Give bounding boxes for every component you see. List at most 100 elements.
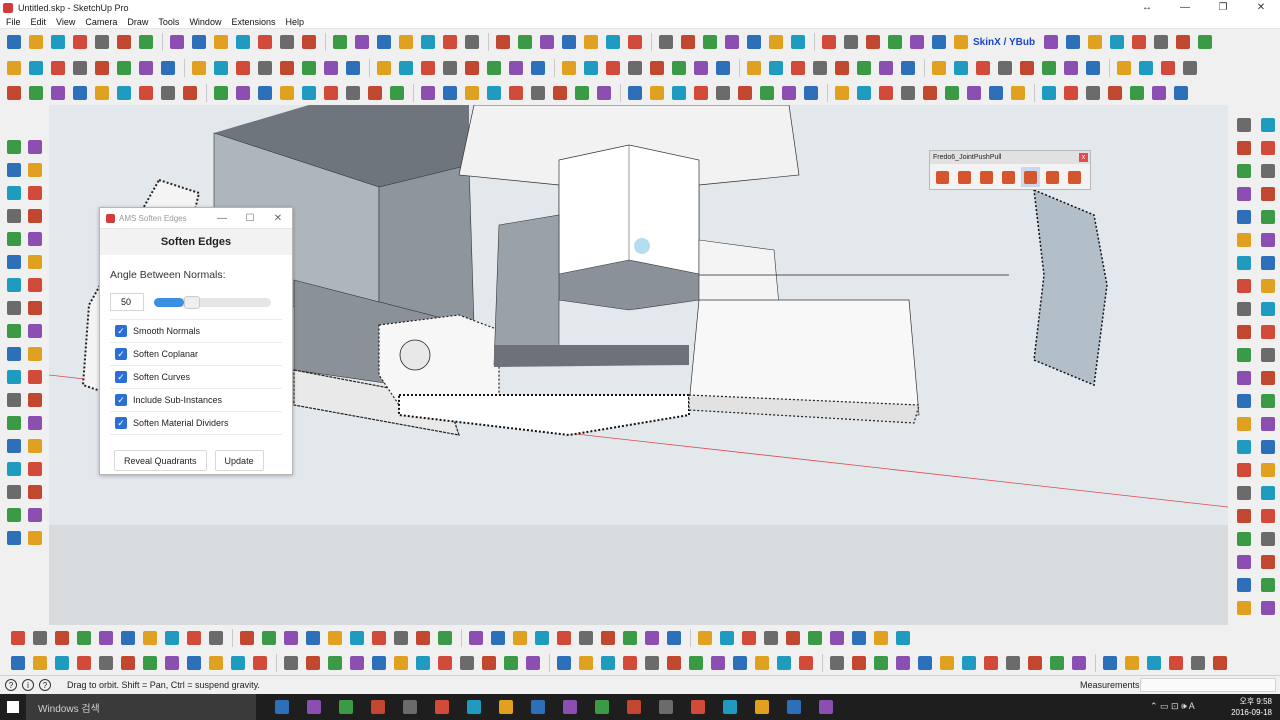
circle-tool-icon[interactable] bbox=[136, 33, 155, 52]
weld-tool-icon[interactable] bbox=[523, 653, 542, 672]
text-tool-icon[interactable] bbox=[184, 653, 203, 672]
line-tool-icon[interactable] bbox=[25, 137, 44, 156]
arc-tool-icon[interactable] bbox=[92, 33, 111, 52]
move-tool-icon[interactable] bbox=[25, 206, 44, 225]
offset-tool-icon[interactable] bbox=[1258, 253, 1277, 272]
line-tool-icon[interactable] bbox=[779, 84, 798, 103]
group-tool-icon[interactable] bbox=[554, 628, 573, 647]
rectangle-tool-icon[interactable] bbox=[96, 628, 115, 647]
smooth-tool-icon[interactable] bbox=[25, 413, 44, 432]
spline-tool-icon[interactable] bbox=[863, 33, 882, 52]
push-pull-tool-icon[interactable] bbox=[1107, 33, 1126, 52]
circle-tool-icon[interactable] bbox=[4, 183, 23, 202]
tape-measure-tool-icon[interactable] bbox=[1136, 59, 1155, 78]
scale-tool-icon[interactable] bbox=[74, 653, 93, 672]
intersect-tool-icon[interactable] bbox=[4, 436, 23, 455]
weld-tool-icon[interactable] bbox=[647, 59, 666, 78]
zoom-extents-tool-icon[interactable] bbox=[440, 59, 459, 78]
pan-tool-icon[interactable] bbox=[1234, 483, 1253, 502]
orbit-tool-icon[interactable] bbox=[374, 59, 393, 78]
push-pull-tool-icon[interactable] bbox=[1258, 161, 1277, 180]
store-taskbar-icon[interactable] bbox=[366, 694, 390, 720]
zoom-tool-icon[interactable] bbox=[321, 84, 340, 103]
reveal-quadrants-button[interactable]: Reveal Quadrants bbox=[114, 450, 207, 471]
rectangle-tool-icon[interactable] bbox=[832, 84, 851, 103]
polygon-tool-icon[interactable] bbox=[140, 628, 159, 647]
intersect-tool-icon[interactable] bbox=[620, 628, 639, 647]
group-tool-icon[interactable] bbox=[391, 653, 410, 672]
soften-tool-icon[interactable] bbox=[576, 628, 595, 647]
axes-tool-icon[interactable] bbox=[1258, 368, 1277, 387]
text-tool-icon[interactable] bbox=[4, 298, 23, 317]
follow-push-pull-icon[interactable] bbox=[1021, 167, 1040, 187]
circle-tool-icon[interactable] bbox=[70, 59, 89, 78]
group-tool-icon[interactable] bbox=[418, 84, 437, 103]
orbit-tool-icon[interactable] bbox=[1122, 653, 1141, 672]
thicken-push-pull-icon[interactable] bbox=[1043, 167, 1062, 187]
pan-tool-icon[interactable] bbox=[4, 344, 23, 363]
rotate-tool-icon[interactable] bbox=[915, 653, 934, 672]
section-plane-tool-icon[interactable] bbox=[462, 59, 481, 78]
extrude-tool-icon[interactable] bbox=[554, 653, 573, 672]
angle-input[interactable]: 50 bbox=[110, 293, 144, 311]
rectangle-tool-icon[interactable] bbox=[1234, 138, 1253, 157]
tape-measure-tool-icon[interactable] bbox=[1234, 345, 1253, 364]
polygon-tool-icon[interactable] bbox=[849, 653, 868, 672]
soften-tool-icon[interactable] bbox=[4, 413, 23, 432]
tape-measure-tool-icon[interactable] bbox=[255, 59, 274, 78]
arc-tool-icon[interactable] bbox=[4, 160, 23, 179]
select-tool-icon[interactable] bbox=[885, 33, 904, 52]
explode-tool-icon[interactable] bbox=[642, 628, 661, 647]
dimension-tool-icon[interactable] bbox=[4, 321, 23, 340]
text-tool-icon[interactable] bbox=[211, 84, 230, 103]
axes-tool-icon[interactable] bbox=[25, 298, 44, 317]
loft-tool-icon[interactable] bbox=[788, 33, 807, 52]
chrome-taskbar-icon[interactable] bbox=[302, 694, 326, 720]
loft-tool-icon[interactable] bbox=[761, 628, 780, 647]
angle-slider[interactable] bbox=[154, 295, 271, 309]
skin-tool-icon[interactable] bbox=[25, 505, 44, 524]
skin-tool-icon[interactable] bbox=[647, 84, 666, 103]
intersect-tool-icon[interactable] bbox=[656, 33, 675, 52]
push-pull-tool-icon[interactable] bbox=[8, 653, 27, 672]
group-tool-icon[interactable] bbox=[506, 59, 525, 78]
rotate-tool-icon[interactable] bbox=[1258, 207, 1277, 226]
arc-tool-icon[interactable] bbox=[1234, 115, 1253, 134]
spline-tool-icon[interactable] bbox=[827, 628, 846, 647]
maximize-button[interactable]: ❐ bbox=[1204, 0, 1242, 15]
sketchup-taskbar-icon[interactable] bbox=[590, 694, 614, 720]
notepad-taskbar-icon[interactable] bbox=[814, 694, 838, 720]
protractor-tool-icon[interactable] bbox=[1025, 653, 1044, 672]
solid-tool-icon[interactable] bbox=[664, 628, 683, 647]
curve-tool-icon[interactable] bbox=[766, 33, 785, 52]
extrude-tool-icon[interactable] bbox=[717, 628, 736, 647]
taskbar-search[interactable]: Windows 검색 bbox=[26, 694, 256, 720]
eraser-tool-icon[interactable] bbox=[907, 33, 926, 52]
push-pull-tool-icon[interactable] bbox=[1234, 207, 1253, 226]
section-plane-tool-icon[interactable] bbox=[1210, 653, 1229, 672]
loft-tool-icon[interactable] bbox=[4, 505, 23, 524]
curve-tool-icon[interactable] bbox=[594, 84, 613, 103]
paint-tool-icon[interactable] bbox=[4, 137, 23, 156]
section-plane-tool-icon[interactable] bbox=[1234, 552, 1253, 571]
smooth-tool-icon[interactable] bbox=[435, 653, 454, 672]
dialog-maximize-button[interactable]: ☐ bbox=[236, 208, 264, 228]
polygon-tool-icon[interactable] bbox=[1085, 33, 1104, 52]
loft-tool-icon[interactable] bbox=[713, 59, 732, 78]
angle-slider-thumb[interactable] bbox=[184, 295, 200, 309]
zoom-extents-tool-icon[interactable] bbox=[515, 33, 534, 52]
taskbar-clock[interactable]: 오후 9:58 2016-09-18 bbox=[1231, 696, 1272, 718]
pan-tool-icon[interactable] bbox=[1258, 437, 1277, 456]
follow-me-tool-icon[interactable] bbox=[1008, 84, 1027, 103]
protractor-tool-icon[interactable] bbox=[180, 84, 199, 103]
protractor-tool-icon[interactable] bbox=[277, 59, 296, 78]
rectangle-tool-icon[interactable] bbox=[1041, 33, 1060, 52]
section-plane-tool-icon[interactable] bbox=[537, 33, 556, 52]
tape-measure-tool-icon[interactable] bbox=[140, 653, 159, 672]
minimize-button[interactable]: — bbox=[1166, 0, 1204, 15]
push-pull-tool-icon[interactable] bbox=[995, 59, 1014, 78]
group-tool-icon[interactable] bbox=[1234, 598, 1253, 617]
scale-tool-icon[interactable] bbox=[237, 628, 256, 647]
zoom-tool-icon[interactable] bbox=[303, 653, 322, 672]
restore-arrows-button[interactable]: ↔ bbox=[1128, 0, 1166, 15]
